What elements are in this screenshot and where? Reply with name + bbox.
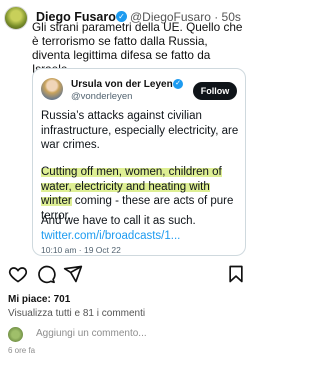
comment-input[interactable]: Aggiungi un commento...	[36, 328, 147, 339]
user-avatar	[8, 327, 23, 342]
bookmark-icon[interactable]	[226, 264, 246, 284]
quoted-verified-badge-icon: ✓	[173, 79, 183, 89]
follow-button: Follow	[193, 82, 237, 100]
heart-icon[interactable]	[8, 264, 28, 284]
post-action-bar	[0, 264, 250, 286]
add-comment-row[interactable]: Aggiungi un commento...	[8, 326, 244, 344]
quoted-author-name: Ursula von der Leyen	[71, 79, 173, 90]
quoted-author-handle: @vonderleyen	[71, 91, 133, 102]
likes-count[interactable]: Mi piace: 701	[8, 294, 70, 305]
author-avatar	[4, 6, 28, 30]
quoted-timestamp: 10:10 am · 19 Oct 22	[41, 245, 121, 255]
broadcast-link: twitter.com/i/broadcasts/1...	[41, 229, 181, 242]
tweet-screenshot-image: Diego Fusaro ✓ @DiegoFusaro · 50s Gli st…	[0, 0, 250, 262]
quoted-paragraph-1: Russia’s attacks against civilian infras…	[41, 110, 239, 151]
quoted-tweet: Ursula von der Leyen ✓ @vonderleyen Foll…	[32, 68, 246, 256]
view-comments-link[interactable]: Visualizza tutti e 81 i commenti	[8, 308, 145, 319]
post-time-ago: 6 ore fa	[8, 346, 36, 355]
send-icon[interactable]	[63, 264, 83, 284]
quoted-author-avatar	[41, 78, 63, 100]
comment-icon[interactable]	[36, 264, 56, 284]
quoted-paragraph-3: And we have to call it as such. twitter.…	[41, 214, 241, 243]
quoted-paragraph-3-text: And we have to call it as such.	[41, 215, 196, 227]
